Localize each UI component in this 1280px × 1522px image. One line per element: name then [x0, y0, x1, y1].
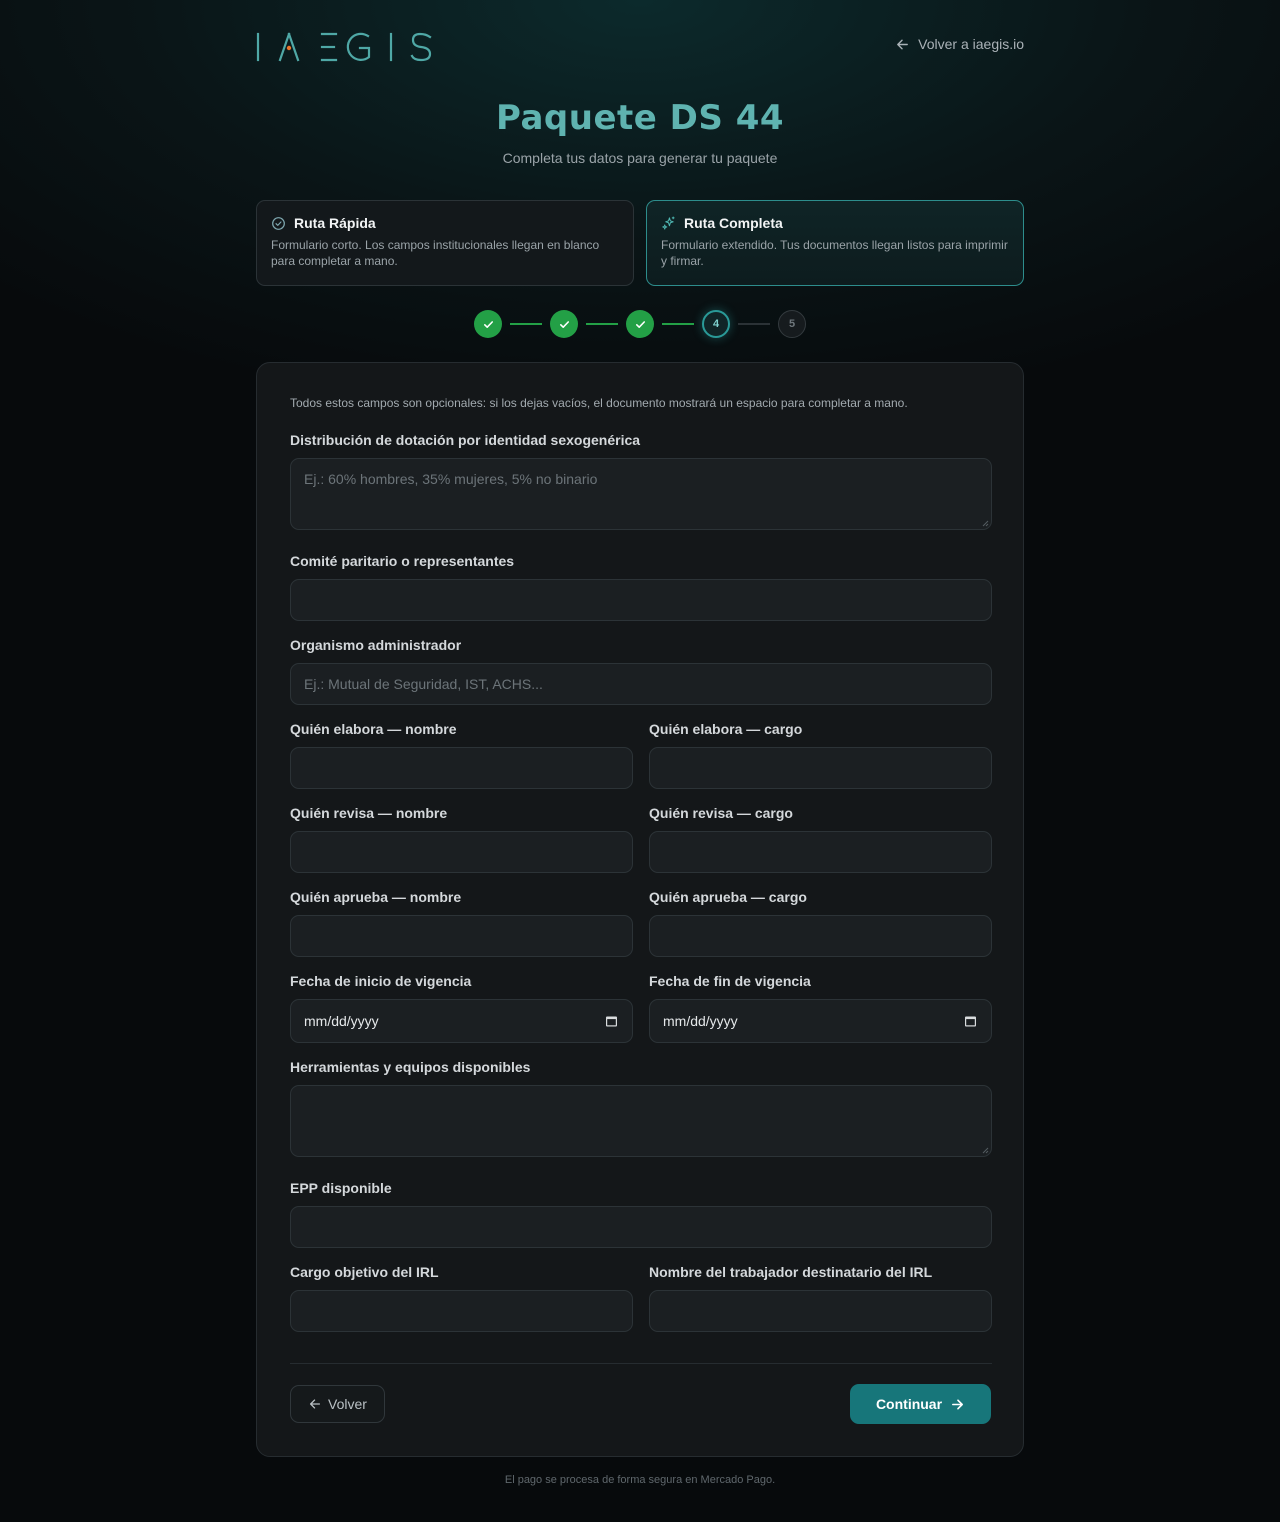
route-title: Ruta Completa: [684, 215, 783, 231]
header: Volver a iaegis.io: [256, 28, 1024, 64]
back-button[interactable]: Volver: [290, 1385, 385, 1423]
aprueba-cargo-label: Quién aprueba — cargo: [649, 889, 807, 905]
revisa-cargo-input[interactable]: [649, 831, 992, 873]
elabora-nombre-label: Quién elabora — nombre: [290, 721, 457, 737]
step-connector: [662, 323, 694, 325]
arrow-right-icon: [952, 1398, 964, 1410]
step-3-done: [626, 310, 654, 338]
route-description: Formulario corto. Los campos institucion…: [271, 238, 600, 268]
page-heading: Paquete DS 44 Completa tus datos para ge…: [0, 98, 1280, 166]
page-title: Paquete DS 44: [495, 98, 785, 138]
check-circle-icon: [272, 216, 285, 230]
organismo-placeholder: Ej.: Mutual de Seguridad, IST, ACHS...: [304, 676, 543, 692]
step-connector: [738, 323, 770, 325]
step-1-done: [474, 310, 502, 338]
iaegis-logo[interactable]: [256, 30, 436, 62]
elabora-cargo-input[interactable]: [649, 747, 992, 789]
organismo-label: Organismo administrador: [290, 637, 462, 653]
arrow-left-icon: [310, 1399, 321, 1409]
elabora-cargo-label: Quién elabora — cargo: [649, 721, 803, 737]
herramientas-label: Herramientas y equipos disponibles: [290, 1059, 531, 1075]
step-4-current: 4: [702, 310, 730, 338]
route-description: Formulario extendido. Tus documentos lle…: [661, 238, 1008, 268]
step-connector: [586, 323, 618, 325]
distribucion-textarea[interactable]: Ej.: 60% hombres, 35% mujeres, 5% no bin…: [290, 458, 992, 530]
continue-button-label: Continuar: [875, 1396, 943, 1412]
epp-input[interactable]: [290, 1206, 992, 1248]
cargo-irl-input[interactable]: [290, 1290, 633, 1332]
calendar-icon[interactable]: [964, 1015, 977, 1028]
route-card-rapida[interactable]: Ruta Rápida Formulario corto. Los campos…: [256, 200, 634, 286]
comite-label: Comité paritario o representantes: [290, 553, 515, 569]
form-card: Todos estos campos son opcionales: si lo…: [256, 362, 1024, 1457]
distribucion-placeholder: Ej.: 60% hombres, 35% mujeres, 5% no bin…: [304, 471, 598, 487]
sparkles-icon: [662, 215, 675, 230]
back-to-site-link[interactable]: Volver a iaegis.io: [895, 36, 1024, 52]
route-selector: Ruta Rápida Formulario corto. Los campos…: [256, 200, 1024, 286]
epp-label: EPP disponible: [290, 1180, 392, 1196]
elabora-nombre-input[interactable]: [290, 747, 633, 789]
fecha-inicio-label: Fecha de inicio de vigencia: [290, 973, 472, 989]
aprueba-nombre-input[interactable]: [290, 915, 633, 957]
back-button-label: Volver: [328, 1396, 367, 1412]
fecha-fin-value: mm/dd/yyyy: [663, 1013, 738, 1029]
check-icon: [483, 320, 493, 328]
resize-grip-icon[interactable]: [981, 1146, 989, 1154]
form-divider: [290, 1363, 992, 1364]
back-to-site-label: Volver a iaegis.io: [918, 36, 1024, 52]
fecha-fin-label: Fecha de fin de vigencia: [649, 973, 811, 989]
fecha-inicio-value: mm/dd/yyyy: [304, 1013, 379, 1029]
revisa-nombre-input[interactable]: [290, 831, 633, 873]
herramientas-textarea[interactable]: [290, 1085, 992, 1157]
payment-footer-note: El pago se procesa de forma segura en Me…: [504, 1474, 776, 1486]
arrow-left-icon: [897, 39, 909, 49]
step-connector: [510, 323, 542, 325]
comite-input[interactable]: [290, 579, 992, 621]
distribucion-label: Distribución de dotación por identidad s…: [290, 432, 641, 448]
check-icon: [559, 320, 569, 328]
calendar-icon[interactable]: [605, 1015, 618, 1028]
fecha-fin-date-input[interactable]: mm/dd/yyyy: [649, 999, 992, 1043]
check-icon: [635, 320, 645, 328]
organismo-input[interactable]: Ej.: Mutual de Seguridad, IST, ACHS...: [290, 663, 992, 705]
aprueba-nombre-label: Quién aprueba — nombre: [290, 889, 462, 905]
aprueba-cargo-input[interactable]: [649, 915, 992, 957]
fecha-inicio-date-input[interactable]: mm/dd/yyyy: [290, 999, 633, 1043]
trabajador-irl-label: Nombre del trabajador destinatario del I…: [649, 1264, 933, 1280]
progress-stepper: 4 5: [474, 310, 806, 338]
revisa-nombre-label: Quién revisa — nombre: [290, 805, 448, 821]
continue-button[interactable]: Continuar: [850, 1384, 991, 1424]
route-title: Ruta Rápida: [294, 215, 376, 231]
page-subtitle: Completa tus datos para generar tu paque…: [502, 150, 778, 166]
optional-fields-note: Todos estos campos son opcionales: si lo…: [290, 396, 908, 410]
step-2-done: [550, 310, 578, 338]
trabajador-irl-input[interactable]: [649, 1290, 992, 1332]
route-card-completa[interactable]: Ruta Completa Formulario extendido. Tus …: [646, 200, 1024, 286]
resize-grip-icon[interactable]: [981, 519, 989, 527]
step-5-pending: 5: [778, 310, 806, 338]
cargo-irl-label: Cargo objetivo del IRL: [290, 1264, 439, 1280]
revisa-cargo-label: Quién revisa — cargo: [649, 805, 793, 821]
